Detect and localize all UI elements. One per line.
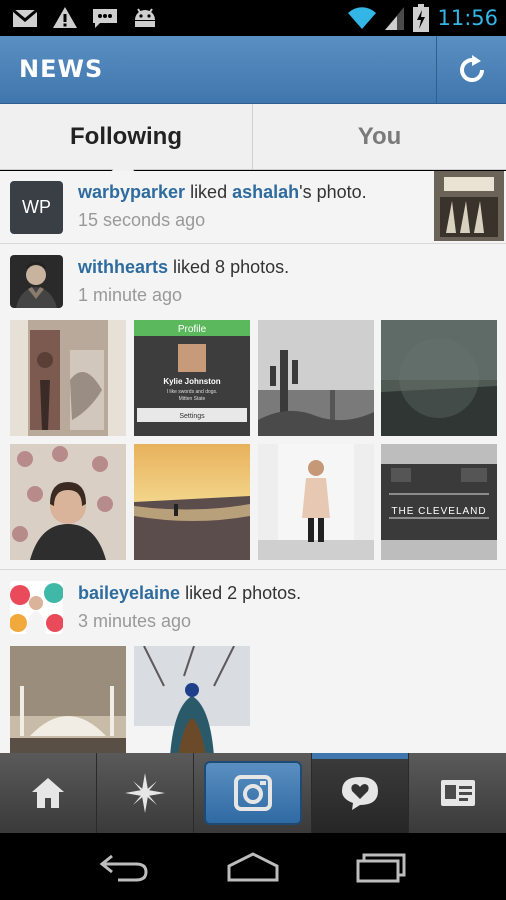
photo-thumbnail[interactable] xyxy=(10,646,126,753)
home-icon xyxy=(32,778,64,808)
activity-text: warbyparker liked ashalah's photo. xyxy=(78,182,367,203)
feed-item[interactable]: baileyelaine liked 2 photos. 3 minutes a… xyxy=(0,570,506,753)
username-link[interactable]: withhearts xyxy=(78,257,168,277)
photo-thumbnail[interactable] xyxy=(10,320,126,436)
news-feed: WP warbyparker liked ashalah's photo. 15… xyxy=(0,171,506,753)
activity-heart-bubble-icon xyxy=(342,777,378,810)
wifi-icon xyxy=(348,7,377,29)
activity-suffix: 's photo. xyxy=(299,182,367,202)
activity-verb: liked 2 photos. xyxy=(180,583,302,603)
username-link[interactable]: baileyelaine xyxy=(78,583,180,603)
avatar[interactable] xyxy=(10,581,63,634)
system-navigation-bar xyxy=(0,833,506,900)
tab-you-label: You xyxy=(357,123,402,150)
sms-icon xyxy=(93,9,117,28)
photo-thumbnail[interactable] xyxy=(381,320,497,436)
photo-thumbnail[interactable] xyxy=(10,444,126,560)
feed-item[interactable]: WP warbyparker liked ashalah's photo. 15… xyxy=(0,171,506,244)
profile-screenshot-name: Kylie Johnston xyxy=(163,377,220,386)
timestamp: 3 minutes ago xyxy=(78,611,192,631)
avatar-initials: WP xyxy=(22,197,51,217)
profile-card-icon xyxy=(440,780,475,806)
activity-verb: liked xyxy=(185,182,233,202)
nav-profile-button[interactable] xyxy=(409,753,506,833)
nav-camera-button[interactable] xyxy=(194,753,312,833)
camera-icon xyxy=(233,775,272,811)
signal-icon xyxy=(385,7,405,30)
refresh-icon xyxy=(459,55,484,83)
warning-icon xyxy=(53,7,77,28)
profile-screenshot-settings: Settings xyxy=(179,413,205,420)
status-bar: 11:56 xyxy=(0,0,506,36)
tab-following-label: Following xyxy=(70,123,182,150)
photo-thumbnail[interactable] xyxy=(258,444,374,560)
home-outline-icon[interactable] xyxy=(225,851,281,882)
liked-photo-thumbnail[interactable] xyxy=(434,171,504,241)
back-icon[interactable] xyxy=(98,852,150,882)
tab-following[interactable]: Following xyxy=(0,104,253,183)
nav-home-button[interactable] xyxy=(0,753,97,833)
avatar[interactable]: WP xyxy=(10,181,63,234)
timestamp: 1 minute ago xyxy=(78,285,183,305)
explore-star-icon xyxy=(125,773,165,813)
recent-apps-icon[interactable] xyxy=(356,851,408,883)
photo-thumbnail[interactable]: Profile Kylie Johnston I like swords and… xyxy=(134,320,250,436)
refresh-button[interactable] xyxy=(436,36,506,104)
nav-explore-button[interactable] xyxy=(97,753,194,833)
nav-activity-button[interactable] xyxy=(312,753,409,833)
username-link[interactable]: warbyparker xyxy=(78,182,185,202)
profile-screenshot-bio: I like swords and dogs. xyxy=(167,389,218,395)
news-tabs: Following You xyxy=(0,104,506,183)
profile-screenshot-title: Profile xyxy=(178,324,207,335)
action-bar: NEWS xyxy=(0,36,506,104)
activity-verb: liked 8 photos. xyxy=(168,257,290,277)
avatar[interactable] xyxy=(10,255,63,308)
timestamp: 15 seconds ago xyxy=(78,210,206,230)
activity-text: withhearts liked 8 photos. xyxy=(78,257,289,278)
page-title: NEWS xyxy=(19,55,104,83)
gmail-icon xyxy=(12,8,38,27)
battery-charging-icon xyxy=(413,4,430,32)
activity-text: baileyelaine liked 2 photos. xyxy=(78,583,301,604)
profile-screenshot-location: Mitten State xyxy=(179,396,206,402)
status-time: 11:56 xyxy=(437,6,498,30)
android-icon xyxy=(135,8,155,27)
bottom-tab-bar xyxy=(0,753,506,833)
tab-you[interactable]: You xyxy=(253,104,506,170)
feed-item[interactable]: withhearts liked 8 photos. 1 minute ago xyxy=(0,244,506,570)
photo-thumbnail[interactable]: THE CLEVELAND xyxy=(381,444,497,560)
target-username-link[interactable]: ashalah xyxy=(232,182,299,202)
camera-button-frame xyxy=(203,761,302,825)
photo-thumbnail[interactable] xyxy=(134,646,250,753)
photo-thumbnail[interactable] xyxy=(134,444,250,560)
photo-thumbnail[interactable] xyxy=(258,320,374,436)
cleveland-sign-text: THE CLEVELAND xyxy=(391,506,486,517)
